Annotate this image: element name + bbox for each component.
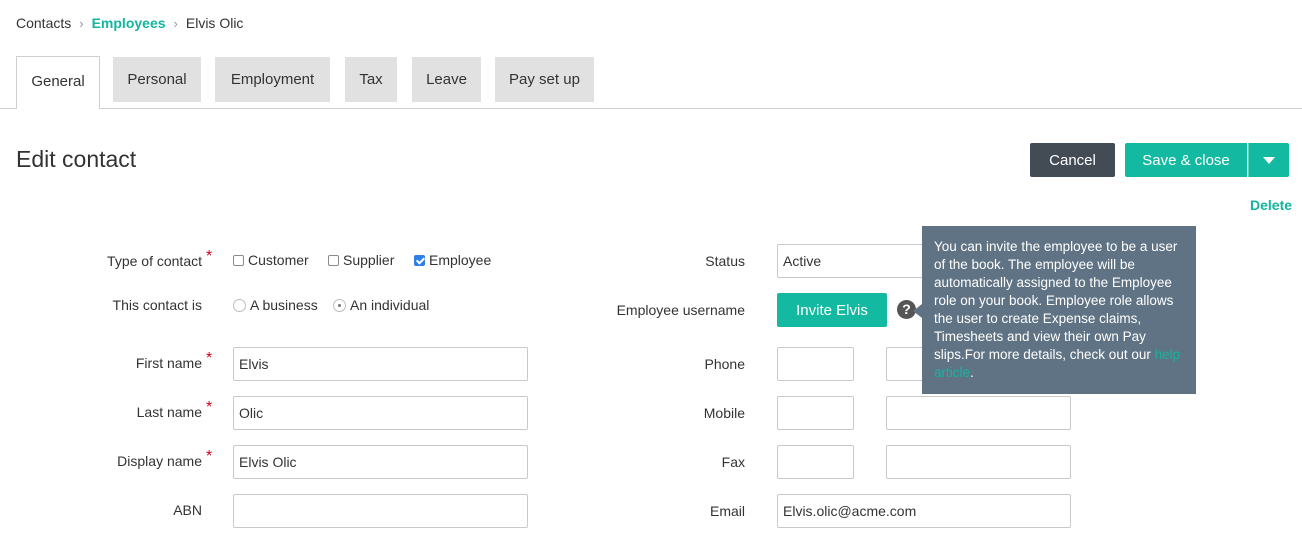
required-marker: * (206, 350, 213, 367)
supplier-checkbox-label: Supplier (343, 252, 395, 268)
fax-area-input[interactable] (777, 445, 854, 479)
display-name-label: Display name (117, 453, 202, 469)
tab-employment[interactable]: Employment (215, 57, 330, 102)
tab-bar-divider (0, 108, 1302, 109)
tab-general[interactable]: General (16, 56, 100, 109)
mobile-area-input[interactable] (777, 396, 854, 430)
supplier-checkbox[interactable] (328, 254, 339, 266)
tab-tax[interactable]: Tax (345, 57, 397, 102)
business-radio[interactable] (233, 298, 246, 312)
invite-employee-button[interactable]: Invite Elvis (777, 293, 887, 327)
abn-input[interactable] (233, 494, 528, 528)
status-label: Status (705, 253, 745, 269)
last-name-input[interactable] (233, 396, 528, 430)
individual-radio-label: An individual (350, 297, 430, 313)
breadcrumb: Contacts › Employees › Elvis Olic (16, 14, 243, 32)
mobile-label: Mobile (703, 405, 745, 421)
tooltip-text: You can invite the employee to be a user… (934, 239, 1178, 362)
fax-number-input[interactable] (886, 445, 1071, 479)
display-name-input[interactable] (233, 445, 528, 479)
breadcrumb-contacts[interactable]: Contacts (16, 15, 71, 31)
employee-checkbox[interactable] (414, 254, 425, 266)
email-label: Email (709, 503, 745, 519)
save-close-button[interactable]: Save & close (1125, 143, 1247, 177)
breadcrumb-employees[interactable]: Employees (92, 15, 166, 31)
first-name-label: First name (135, 355, 202, 371)
business-radio-label: A business (250, 297, 318, 313)
save-options-dropdown-button[interactable] (1248, 143, 1289, 177)
tooltip-arrow (913, 304, 922, 318)
business-radio-option[interactable]: A business (233, 297, 318, 313)
employee-username-label: Employee username (616, 302, 745, 318)
individual-radio-option[interactable]: An individual (333, 297, 429, 313)
status-selected-value: Active (783, 253, 822, 269)
required-marker: * (206, 399, 213, 416)
tab-personal[interactable]: Personal (113, 57, 201, 102)
chevron-right-icon: › (173, 15, 178, 31)
tab-leave[interactable]: Leave (412, 57, 481, 102)
chevron-right-icon: › (79, 15, 84, 31)
abn-label: ABN (173, 502, 202, 518)
mobile-number-input[interactable] (886, 396, 1071, 430)
required-marker: * (206, 248, 213, 265)
employee-checkbox-option[interactable]: Employee (414, 252, 491, 268)
customer-checkbox-option[interactable]: Customer (233, 252, 309, 268)
invite-help-tooltip: You can invite the employee to be a user… (922, 226, 1196, 394)
last-name-label: Last name (136, 404, 202, 420)
type-of-contact-label: Type of contact (107, 253, 202, 269)
breadcrumb-current: Elvis Olic (185, 15, 244, 31)
cancel-button[interactable]: Cancel (1030, 143, 1115, 177)
phone-label: Phone (704, 356, 745, 372)
first-name-input[interactable] (233, 347, 528, 381)
tab-pay-set-up[interactable]: Pay set up (495, 57, 594, 102)
tooltip-suffix: . (970, 365, 974, 380)
required-marker: * (206, 448, 213, 465)
supplier-checkbox-option[interactable]: Supplier (328, 252, 394, 268)
phone-area-input[interactable] (777, 347, 854, 381)
page-title: Edit contact (16, 146, 137, 172)
employee-checkbox-label: Employee (429, 252, 492, 268)
delete-link[interactable]: Delete (1250, 197, 1292, 213)
caret-down-icon (1263, 157, 1275, 164)
this-contact-is-label: This contact is (112, 297, 202, 313)
customer-checkbox-label: Customer (248, 252, 309, 268)
individual-radio[interactable] (333, 298, 346, 312)
customer-checkbox[interactable] (233, 254, 244, 266)
fax-label: Fax (721, 454, 745, 470)
email-input[interactable] (777, 494, 1071, 528)
